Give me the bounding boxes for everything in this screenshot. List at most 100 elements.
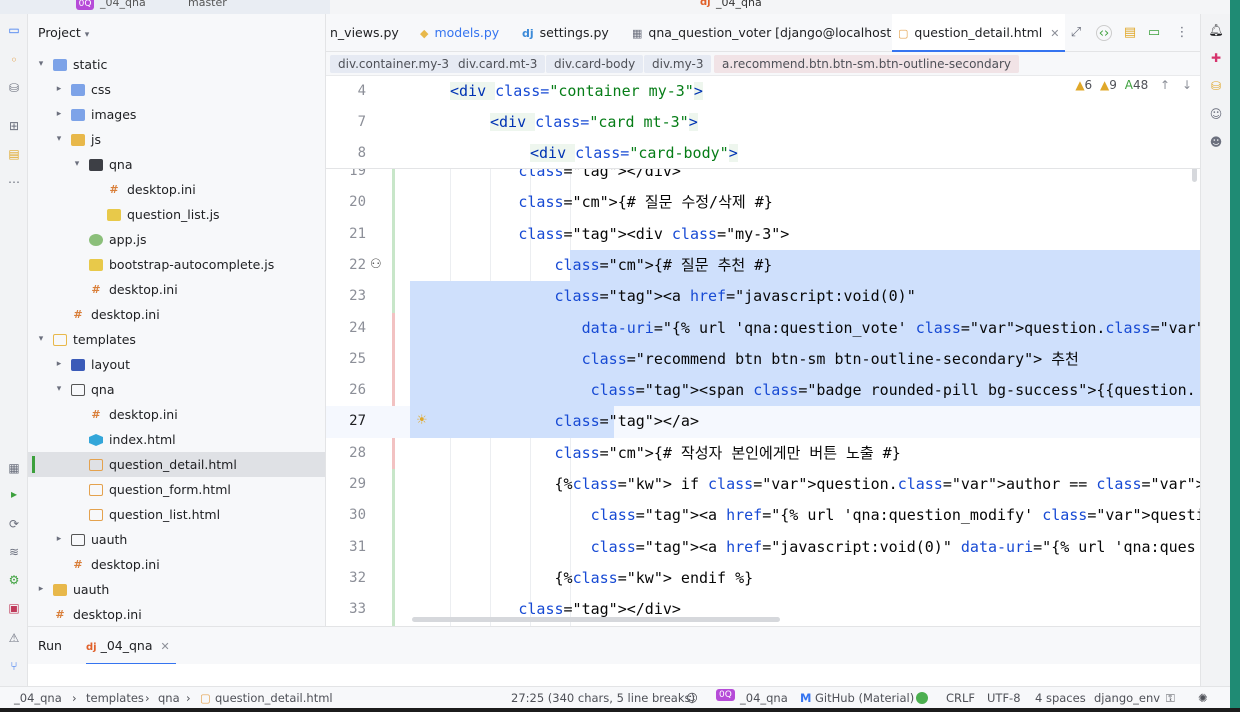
file-encoding[interactable]: UTF-8 xyxy=(987,691,1021,705)
project-panel-header[interactable]: Project ▾ xyxy=(28,14,325,52)
ai-gutter-icon[interactable]: ⚇ xyxy=(370,257,382,272)
project-tool-icon[interactable]: ▭ xyxy=(6,22,22,38)
python-env[interactable]: django_env xyxy=(1094,691,1160,705)
change-marker[interactable] xyxy=(392,156,395,313)
terminal-icon[interactable]: ▣ xyxy=(6,600,22,616)
tree-item[interactable]: ▸ uauth xyxy=(28,527,325,552)
run-config-selector[interactable]: _04_qna xyxy=(716,0,762,9)
excel-icon[interactable]: ▦ xyxy=(6,460,22,476)
change-marker[interactable] xyxy=(392,469,395,626)
breadcrumb-item[interactable]: div.my-3 xyxy=(644,55,712,73)
commit-icon[interactable]: ◦ xyxy=(6,52,22,68)
bookmarks-icon[interactable]: ▤ xyxy=(6,146,22,162)
intention-bulb-icon[interactable]: ☀ xyxy=(416,413,428,428)
tree-item[interactable]: app.js xyxy=(28,227,325,252)
status-path-file[interactable]: question_detail.html xyxy=(215,691,333,705)
cursor-position[interactable]: 27:25 (340 chars, 5 line breaks) xyxy=(511,691,695,705)
tree-item[interactable]: question_list.js xyxy=(28,202,325,227)
database-tool-icon[interactable]: ⛁ xyxy=(1208,78,1224,94)
code-line[interactable]: class="cm">{# 질문 수정/삭제 #} xyxy=(410,187,1200,218)
expand-icon[interactable]: ⤢ xyxy=(1068,25,1084,41)
tab-run-config[interactable]: dj _04_qna ✕ xyxy=(86,627,176,665)
tree-item[interactable]: # desktop.ini xyxy=(28,552,325,577)
status-path-folder[interactable]: templates xyxy=(86,691,144,705)
tree-item[interactable]: ▾ qna xyxy=(28,377,325,402)
chevron-down-icon[interactable]: ▾ xyxy=(53,377,65,402)
code-line[interactable]: class="tag"><span class="badge rounded-p… xyxy=(410,375,1200,406)
more-options-icon[interactable]: ⋮ xyxy=(1174,25,1190,41)
tab-models-py[interactable]: ◆ models.py xyxy=(420,14,499,52)
breadcrumb-item[interactable]: div.card.mt-3 xyxy=(450,55,546,73)
code-line[interactable]: class="tag"><a href="{% url 'qna:questio… xyxy=(410,500,1200,531)
git-icon[interactable]: ⑂ xyxy=(6,658,22,674)
code-line[interactable]: class="recommend btn btn-sm btn-outline-… xyxy=(410,344,1200,375)
code-line[interactable]: class="cm">{# 작성자 본인에게만 버튼 노출 #} xyxy=(410,438,1200,469)
tree-item[interactable]: index.html xyxy=(28,427,325,452)
code-line[interactable]: class="tag"><a href="javascript:void(0)" xyxy=(410,281,1200,312)
tab-views-py[interactable]: n_views.py xyxy=(330,14,399,52)
notifications-icon[interactable]: 🔔︎ xyxy=(1208,22,1224,38)
theme-name[interactable]: GitHub (Material) xyxy=(815,691,914,705)
arrow-up-icon[interactable]: ↑ xyxy=(1160,78,1170,92)
project-badge[interactable]: 0Q xyxy=(76,0,94,10)
tab-run[interactable]: Run xyxy=(38,627,62,665)
tree-item[interactable]: # desktop.ini xyxy=(28,602,325,626)
code-editor[interactable]: 19 class="tag"></div> 20 class="cm">{# 질문… xyxy=(326,76,1200,626)
python-console-icon[interactable]: ⚠ xyxy=(6,630,22,646)
breadcrumb-item[interactable]: div.container.my-3 xyxy=(330,55,458,73)
run-tool-icon[interactable]: ▸ xyxy=(6,486,22,502)
chevron-down-icon[interactable]: ▾ xyxy=(71,152,83,177)
chevron-down-icon[interactable]: ▾ xyxy=(35,327,47,352)
structure-icon[interactable]: ⊞ xyxy=(6,118,22,134)
line-separator[interactable]: CRLF xyxy=(946,691,975,705)
branch-name[interactable]: master xyxy=(188,0,227,9)
chevron-right-icon[interactable]: ▸ xyxy=(53,102,65,127)
code-line[interactable]: {%class="kw"> endif %} xyxy=(410,563,1200,594)
breadcrumb-item[interactable]: a.recommend.btn.btn-sm.btn-outline-secon… xyxy=(714,55,1020,73)
tab-question-detail-html[interactable]: ▢ question_detail.html ✕ xyxy=(892,14,1066,52)
plugin-icon[interactable]: ✚ xyxy=(1208,50,1224,66)
tree-item[interactable]: question_form.html xyxy=(28,477,325,502)
horizontal-scrollbar[interactable] xyxy=(412,617,780,622)
tab-settings-py[interactable]: dj settings.py xyxy=(522,14,609,52)
copilot-icon[interactable]: ☻ xyxy=(1208,134,1224,150)
tree-item[interactable]: ▸ uauth xyxy=(28,577,325,602)
tree-item[interactable]: bootstrap-autocomplete.js xyxy=(28,252,325,277)
code-line[interactable]: class="cm">{# 질문 추천 #} xyxy=(410,250,1200,281)
database-icon[interactable]: ⛁ xyxy=(6,80,22,96)
tree-item[interactable]: question_detail.html xyxy=(28,452,325,477)
chevron-right-icon[interactable]: ▸ xyxy=(35,577,47,602)
services-icon[interactable]: ⟳ xyxy=(6,516,22,532)
status-indicator[interactable] xyxy=(916,692,928,704)
power-save-icon[interactable]: ✺ xyxy=(1198,691,1208,705)
status-path-project[interactable]: _04_qna xyxy=(14,691,62,705)
breadcrumb-item[interactable]: div.card-body xyxy=(546,55,644,73)
tree-item[interactable]: ▾ static xyxy=(28,52,325,77)
code-line[interactable]: class="tag"></a> xyxy=(410,406,1200,437)
tree-item[interactable]: ▾ templates xyxy=(28,327,325,352)
tree-item[interactable]: ▸ images xyxy=(28,102,325,127)
tree-item[interactable]: # desktop.ini xyxy=(28,177,325,202)
arrow-down-icon[interactable]: ↓ xyxy=(1182,78,1192,92)
interpreter-name[interactable]: _04_qna xyxy=(740,691,788,705)
tree-item[interactable]: # desktop.ini xyxy=(28,277,325,302)
tree-item[interactable]: ▸ css xyxy=(28,77,325,102)
chevron-right-icon[interactable]: ▸ xyxy=(53,77,65,102)
change-marker[interactable] xyxy=(392,312,395,469)
close-icon[interactable]: ✕ xyxy=(161,640,170,653)
chevron-down-icon[interactable]: ▾ xyxy=(53,127,65,152)
split-view-icon[interactable]: ▤ xyxy=(1122,25,1138,41)
tree-item[interactable]: ▾ qna xyxy=(28,152,325,177)
code-line[interactable]: {%class="kw"> if class="var">question.cl… xyxy=(410,469,1200,500)
preview-icon[interactable]: ▭ xyxy=(1146,25,1162,41)
status-path-subfolder[interactable]: qna xyxy=(158,691,180,705)
inspection-widget[interactable]: ▲6 ▲9 A48 ↑ ↓ xyxy=(1075,78,1192,92)
close-icon[interactable]: ✕ xyxy=(1050,27,1059,40)
run-output[interactable] xyxy=(28,664,1200,686)
indent-setting[interactable]: 4 spaces xyxy=(1035,691,1086,705)
layers-icon[interactable]: ≋ xyxy=(6,544,22,560)
more-tools-icon[interactable]: ⋯ xyxy=(6,174,22,190)
sticky-code-line[interactable]: <div class="card mt-3"> xyxy=(490,107,1200,138)
code-view-icon[interactable]: ‹› xyxy=(1096,25,1112,41)
sticky-code-line[interactable]: <div class="card-body"> xyxy=(530,138,1200,169)
